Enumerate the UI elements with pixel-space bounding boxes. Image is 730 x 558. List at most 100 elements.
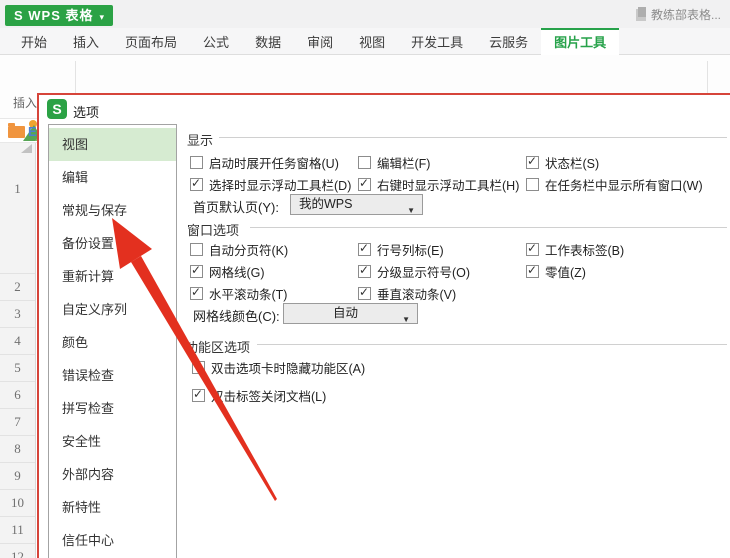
row-number[interactable]: 12 — [0, 544, 35, 558]
folder-icon[interactable] — [8, 123, 25, 138]
option-label: 在任务栏中显示所有窗口(W) — [545, 178, 703, 193]
row-number[interactable]: 5 — [0, 355, 35, 382]
homepage-dropdown-value: 我的WPS — [299, 197, 353, 211]
checkbox-box: ✓ — [526, 262, 539, 278]
option-label: 网格线(G) — [209, 265, 265, 280]
dialog-title-bar[interactable]: S 选项 — [39, 95, 730, 123]
gridline-color-dropdown[interactable]: 自动 ▼ — [283, 303, 418, 324]
ribbon-tab[interactable]: 公式 — [190, 28, 242, 55]
option-label: 状态栏(S) — [545, 156, 600, 171]
ribbon-tab[interactable]: 页面布局 — [112, 28, 190, 55]
check-icon: ✓ — [193, 386, 204, 401]
sidebar-category-item[interactable]: 视图 — [49, 128, 176, 161]
ribbon-tab[interactable]: 开发工具 — [398, 28, 476, 55]
row-number[interactable]: 6 — [0, 382, 35, 409]
checkbox-box: ✓ — [358, 175, 371, 191]
option-checkbox[interactable]: ✓ 双击标签关闭文档(L) — [192, 384, 365, 406]
option-label: 编辑栏(F) — [377, 156, 431, 171]
workbook-tab-clipped[interactable]: E — [28, 124, 37, 139]
ribbon-tab[interactable]: 数据 — [242, 28, 294, 55]
check-icon: ✓ — [527, 240, 538, 255]
app-menu-button[interactable]: S WPS 表格 ▾ — [5, 5, 114, 26]
ribbon-tab[interactable]: 云服务 — [476, 28, 541, 55]
option-checkbox[interactable]: ✓ 垂直滚动条(V) — [358, 282, 526, 304]
option-checkbox[interactable]: 双击选项卡时隐藏功能区(A) — [192, 356, 365, 378]
row-number[interactable]: 7 — [0, 409, 35, 436]
ribbon-tab[interactable]: 图片工具 — [541, 28, 620, 55]
ribbon-tab[interactable]: 插入 — [60, 28, 112, 55]
row-number[interactable]: 10 — [0, 490, 35, 517]
ribbon-tab[interactable]: 开始 — [8, 28, 60, 55]
ribbon-tab-bar: 开始 插入 页面布局 公式 数据 审阅 视图 开发工具 云服务 图片工具 — [0, 28, 730, 55]
sidebar-category-item[interactable]: 自定义序列 — [49, 293, 176, 326]
row-number[interactable]: 8 — [0, 436, 35, 463]
select-all-corner[interactable] — [0, 143, 36, 155]
checkbox-box: ✓ — [526, 240, 539, 256]
display-options-grid: 启动时展开任务窗格(U) 编辑栏(F) ✓ 状态栏(S) ✓ 选择时显示浮动工具栏(D) ✓… — [190, 151, 730, 195]
check-icon: ✓ — [359, 175, 370, 190]
chevron-down-icon: ▼ — [402, 315, 410, 324]
option-checkbox[interactable]: 在任务栏中显示所有窗口(W) — [526, 173, 730, 195]
ribbon-group-label-insert: 插入 — [13, 96, 38, 110]
ribbon-tab[interactable]: 审阅 — [294, 28, 346, 55]
option-checkbox[interactable]: ✓ 水平滚动条(T) — [190, 282, 358, 304]
checkbox-box — [190, 155, 203, 169]
row-number[interactable]: 3 — [0, 301, 35, 328]
checkbox-box: ✓ — [526, 154, 539, 169]
sidebar-category-item[interactable]: 信任中心 — [49, 524, 176, 557]
option-label: 工作表标签(B) — [545, 243, 625, 258]
chevron-down-icon: ▾ — [99, 12, 106, 22]
sidebar-category-item[interactable]: 常规与保存 — [49, 194, 176, 227]
option-label: 水平滚动条(T) — [209, 287, 288, 302]
sidebar-category-item[interactable]: 错误检查 — [49, 359, 176, 392]
sidebar-category-item[interactable]: 安全性 — [49, 425, 176, 458]
option-checkbox[interactable]: ✓ 右键时显示浮动工具栏(H) — [358, 173, 526, 195]
option-checkbox[interactable]: 自动分页符(K) — [190, 238, 358, 260]
section-title-ribbon-options: 功能区选项 — [185, 340, 251, 355]
ribbon-tab[interactable]: 视图 — [346, 28, 398, 55]
checkbox-box: ✓ — [190, 176, 203, 191]
chevron-down-icon: ▼ — [407, 206, 415, 215]
ribbon-separator — [75, 61, 76, 93]
option-checkbox[interactable]: ✓ 分级显示符号(O) — [358, 260, 526, 282]
sidebar-category-item[interactable]: 备份设置 — [49, 227, 176, 260]
row-number[interactable]: 11 — [0, 517, 35, 544]
ribbon-separator — [707, 61, 708, 93]
checkbox-box: ✓ — [358, 241, 371, 256]
checkbox-box — [358, 155, 371, 169]
option-label: 启动时展开任务窗格(U) — [209, 156, 339, 171]
sidebar-category-item[interactable]: 拼写检查 — [49, 392, 176, 425]
sidebar-category-item[interactable]: 新特性 — [49, 491, 176, 524]
option-checkbox[interactable]: 启动时展开任务窗格(U) — [190, 151, 358, 173]
row-header-column: 1 2 3 4 5 6 7 8 9 10 11 12 — [0, 155, 36, 558]
sidebar-category-item[interactable]: 编辑 — [49, 161, 176, 194]
option-checkbox[interactable]: ✓ 选择时显示浮动工具栏(D) — [190, 173, 358, 195]
check-icon: ✓ — [527, 262, 538, 277]
option-checkbox[interactable]: ✓ 零值(Z) — [526, 260, 730, 282]
row-number[interactable]: 9 — [0, 463, 35, 490]
homepage-dropdown[interactable]: 我的WPS ▼ — [290, 194, 423, 215]
option-checkbox[interactable]: ✓ 行号列标(E) — [358, 238, 526, 260]
section-title-display: 显示 — [187, 133, 214, 148]
option-checkbox[interactable]: 编辑栏(F) — [358, 151, 526, 173]
option-label: 双击选项卡时隐藏功能区(A) — [211, 361, 366, 376]
select-all-triangle-icon — [21, 144, 32, 153]
option-checkbox[interactable]: ✓ 网格线(G) — [190, 260, 358, 282]
option-checkbox[interactable]: ✓ 状态栏(S) — [526, 151, 730, 173]
app-menu-label: S WPS 表格 — [14, 8, 94, 23]
row-number[interactable]: 2 — [0, 274, 35, 301]
sidebar-category-item[interactable]: 重新计算 — [49, 260, 176, 293]
check-icon: ✓ — [359, 262, 370, 277]
checkbox-box — [190, 242, 203, 256]
row-number[interactable]: 1 — [0, 155, 35, 274]
option-label: 右键时显示浮动工具栏(H) — [377, 178, 520, 193]
checkbox-box: ✓ — [190, 263, 203, 278]
window-options-grid: 自动分页符(K) ✓ 行号列标(E) ✓ 工作表标签(B) ✓ 网格线(G) ✓ 分级显示符号(… — [190, 238, 730, 304]
option-checkbox[interactable]: ✓ 工作表标签(B) — [526, 238, 730, 260]
section-divider — [257, 344, 727, 345]
option-label: 自动分页符(K) — [209, 243, 289, 258]
sidebar-category-item[interactable]: 颜色 — [49, 326, 176, 359]
row-number[interactable]: 4 — [0, 328, 35, 355]
option-label: 选择时显示浮动工具栏(D) — [209, 178, 352, 193]
sidebar-category-item[interactable]: 外部内容 — [49, 458, 176, 491]
